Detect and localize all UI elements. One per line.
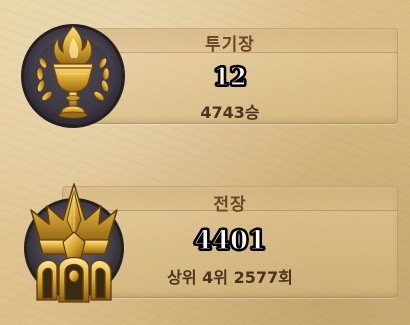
golden-torch-laurel-icon (21, 24, 125, 128)
golden-crown-icon (24, 183, 124, 303)
